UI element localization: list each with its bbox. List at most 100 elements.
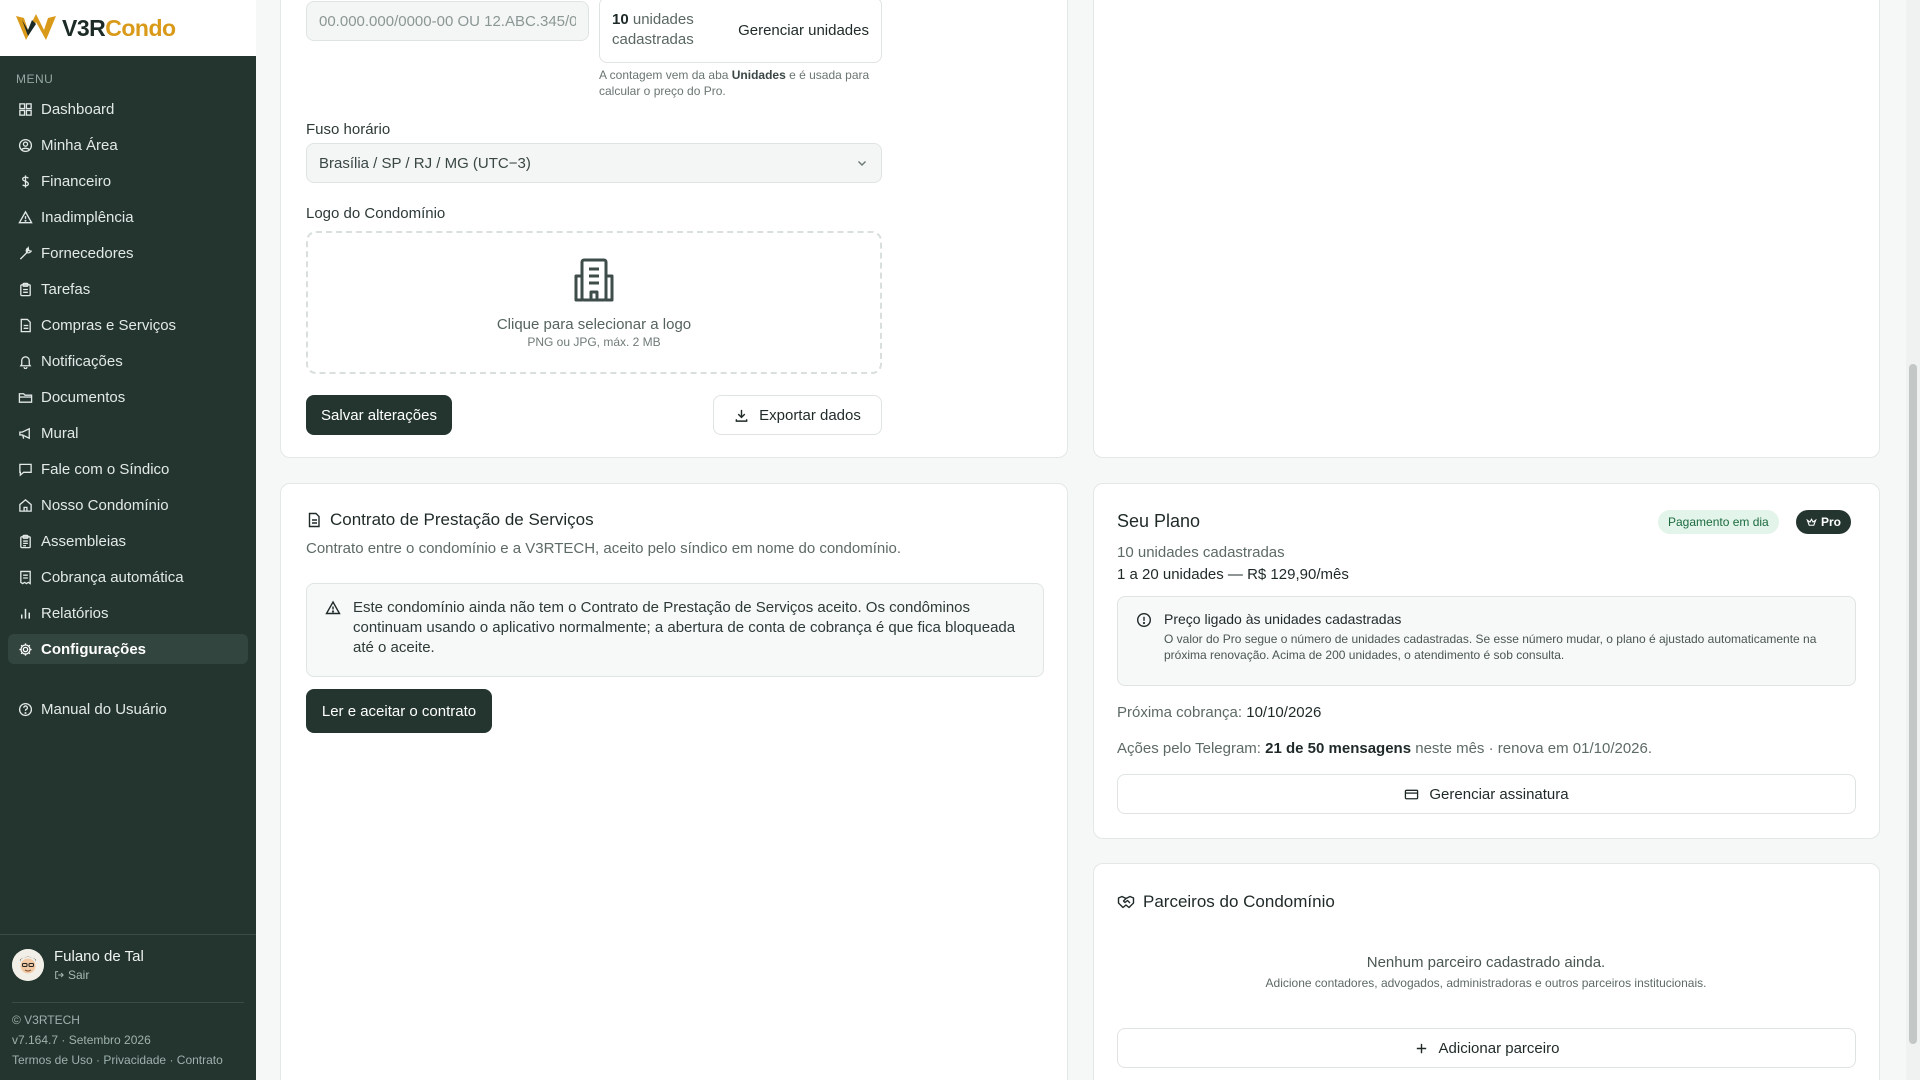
sidebar-item-compras[interactable]: Compras e Serviços [8, 310, 248, 340]
sidebar-item-label: Financeiro [41, 172, 112, 190]
user-circle-icon [18, 138, 33, 152]
sidebar-item-cobranca[interactable]: Cobrança automática [8, 562, 248, 592]
clipboard-list-icon [20, 534, 31, 548]
sidebar-item-label: Nosso Condomínio [41, 496, 169, 514]
telegram-renew: neste mês · renova em 01/10/2026. [1411, 740, 1653, 757]
partners-title: Parceiros do Condomínio [1117, 892, 1335, 912]
sidebar-item-label: Dashboard [41, 100, 115, 118]
units-note-link: Unidades [731, 68, 786, 82]
plan-tier: 1 a 20 unidades — R$ 129,90/mês [1117, 566, 1349, 583]
units-number: 10 [612, 11, 629, 28]
sidebar-item-notificacoes[interactable]: Notificações [8, 346, 248, 376]
contract-title: Contrato de Prestação de Serviços [306, 510, 594, 530]
scrollbar-thumb[interactable] [1909, 364, 1917, 1044]
logo-label: Logo do Condomínio [306, 205, 446, 222]
contract-title-text: Contrato de Prestação de Serviços [330, 510, 594, 529]
sidebar-item-label: Compras e Serviços [41, 316, 177, 334]
sidebar-item-label: Configurações [41, 640, 147, 658]
alert-triangle-icon [325, 600, 341, 615]
save-button[interactable]: Salvar alterações [306, 395, 452, 435]
message-icon [19, 463, 32, 477]
bar-chart-icon [21, 608, 30, 619]
brand-v3r: V3R [62, 14, 106, 41]
menu-label: MENU [16, 72, 54, 86]
add-partner-label: Adicionar parceiro [1438, 1039, 1560, 1057]
credit-card-icon [1405, 789, 1419, 799]
avatar[interactable] [12, 949, 44, 981]
sidebar-item-documentos[interactable]: Documentos [8, 382, 248, 412]
pro-badge-label: Pro [1821, 515, 1842, 529]
manage-units-button[interactable]: Gerenciar unidades [738, 22, 869, 39]
units-note: A contagem vem da aba Unidades e é usada… [599, 67, 889, 99]
sidebar-item-configuracoes[interactable]: Configurações [8, 634, 248, 664]
sidebar-item-label: Relatórios [41, 604, 109, 622]
contract-alert: Este condomínio ainda não tem o Contrato… [306, 583, 1044, 677]
manage-subscription-button[interactable]: Gerenciar assinatura [1117, 774, 1856, 814]
plan-info-box: Preço ligado às unidades cadastradas O v… [1117, 596, 1856, 686]
footer-sep: · [169, 1053, 174, 1067]
page-scrollbar[interactable] [1906, 0, 1920, 1080]
sidebar-item-minha-area[interactable]: Minha Área [8, 130, 248, 160]
footer-privacy-link[interactable]: Privacidade [103, 1053, 166, 1067]
timezone-label: Fuso horário [306, 121, 391, 138]
sidebar-item-relatorios[interactable]: Relatórios [8, 598, 248, 628]
partners-empty-hint: Adicione contadores, advogados, administ… [1265, 976, 1707, 990]
add-partner-button[interactable]: Adicionar parceiro [1117, 1028, 1856, 1068]
bell-icon [19, 355, 32, 369]
telegram-label: Ações pelo Telegram: [1117, 740, 1266, 757]
sidebar-item-nosso-condominio[interactable]: Nosso Condomínio [8, 490, 248, 520]
sidebar-item-financeiro[interactable]: Financeiro [8, 166, 248, 196]
crown-icon [1806, 517, 1817, 526]
sidebar: V3RCondo MENU Dashboard Minha Área Finan… [0, 0, 256, 1080]
sidebar-item-inadimplencia[interactable]: Inadimplência [8, 202, 248, 232]
folder-icon [18, 392, 33, 403]
manage-subscription-label: Gerenciar assinatura [1429, 785, 1569, 803]
blank-card [1093, 0, 1880, 458]
sidebar-item-fornecedores[interactable]: Fornecedores [8, 238, 248, 268]
footer-contract-link[interactable]: Contrato [177, 1053, 223, 1067]
footer-terms-link[interactable]: Termos de Uso [12, 1053, 93, 1067]
next-billing: Próxima cobrança: 10/10/2026 [1117, 704, 1321, 721]
sidebar-item-manual[interactable]: Manual do Usuário [8, 694, 248, 724]
partners-empty: Nenhum parceiro cadastrado ainda. [1366, 954, 1606, 971]
sidebar-item-dashboard[interactable]: Dashboard [8, 94, 248, 124]
info-icon [1136, 612, 1152, 628]
logo-dropzone[interactable]: Clique para selecionar a logo PNG ou JPG… [306, 231, 882, 374]
sidebar-item-tarefas[interactable]: Tarefas [8, 274, 248, 304]
crown-logo-icon [16, 14, 56, 40]
sidebar-item-fale-sindico[interactable]: Fale com o Síndico [8, 454, 248, 484]
sidebar-item-mural[interactable]: Mural [8, 418, 248, 448]
export-button[interactable]: Exportar dados [713, 395, 882, 435]
logout-link[interactable]: Sair [54, 968, 144, 982]
telegram-count: 21 de 50 mensagens [1265, 740, 1412, 757]
sidebar-item-label: Documentos [41, 388, 126, 406]
units-box: 10 unidades cadastradas Gerenciar unidad… [599, 0, 882, 63]
sidebar-item-assembleias[interactable]: Assembleias [8, 526, 248, 556]
file-icon [20, 318, 31, 332]
sidebar-item-label: Tarefas [41, 280, 91, 298]
logout-icon [55, 971, 64, 979]
avatar-face-icon [12, 949, 44, 981]
alert-triangle-icon [18, 210, 33, 223]
sidebar-item-label: Mural [41, 424, 79, 442]
settings-card: 00.000.000/0000-00 OU 12.ABC.345/01DE-35… [280, 0, 1068, 458]
user-name: Fulano de Tal [54, 948, 144, 965]
units-note-pre: A contagem vem da aba [599, 68, 732, 82]
accept-contract-button[interactable]: Ler e aceitar o contrato [306, 689, 492, 733]
footer-version: v7.164.7 · Setembro 2026 [12, 1033, 151, 1047]
document-icon [308, 512, 320, 528]
brand-logo[interactable]: V3RCondo [0, 0, 256, 56]
units-count: 10 unidades cadastradas [612, 10, 722, 50]
sidebar-footer: © V3RTECH v7.164.7 · Setembro 2026 Termo… [12, 1010, 223, 1070]
sidebar-item-label: Manual do Usuário [41, 700, 167, 718]
timezone-select[interactable]: Brasília / SP / RJ / MG (UTC−3) [306, 143, 882, 183]
handshake-icon [1117, 895, 1135, 909]
contract-alert-text: Este condomínio ainda não tem o Contrato… [353, 599, 1016, 656]
grid-icon [19, 102, 32, 116]
sidebar-item-label: Inadimplência [41, 208, 134, 226]
next-billing-date: 10/10/2026 [1246, 704, 1322, 721]
cnpj-placeholder: 00.000.000/0000-00 OU 12.ABC.345/01DE-35 [319, 12, 576, 30]
user-block: Fulano de Tal Sair [12, 948, 144, 982]
footer-copyright: © V3RTECH [12, 1013, 80, 1027]
cnpj-input[interactable]: 00.000.000/0000-00 OU 12.ABC.345/01DE-35 [306, 1, 589, 41]
